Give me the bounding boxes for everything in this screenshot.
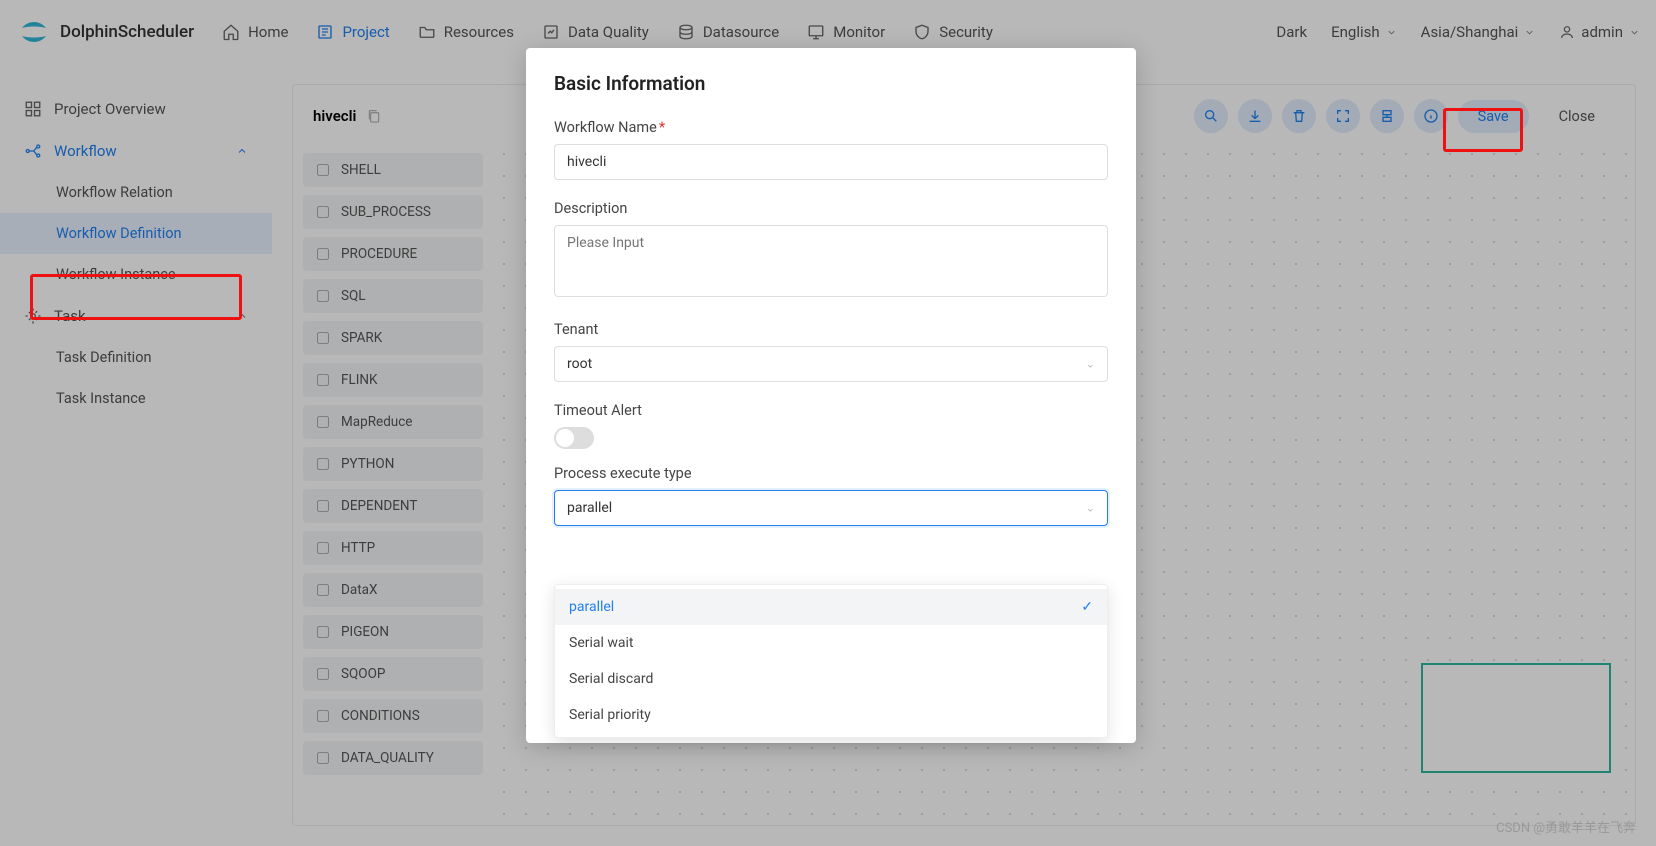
tenant-value: root [567, 356, 592, 372]
description-input[interactable] [554, 225, 1108, 297]
execute-type-option-parallel[interactable]: parallel ✓ [555, 589, 1107, 625]
execute-type-option-serial-wait[interactable]: Serial wait [555, 625, 1107, 661]
option-label: Serial wait [569, 635, 634, 651]
tenant-label: Tenant [554, 321, 1108, 338]
tenant-select[interactable]: root ⌄ [554, 346, 1108, 382]
process-execute-type-select[interactable]: parallel ⌄ [554, 490, 1108, 526]
workflow-name-label: Workflow Name* [554, 119, 1108, 136]
watermark: CSDN @勇敢羊羊在飞奔 [1496, 817, 1636, 836]
workflow-name-input[interactable] [554, 144, 1108, 180]
process-execute-type-dropdown: parallel ✓ Serial wait Serial discard Serial… [554, 584, 1108, 738]
option-label: parallel [569, 599, 614, 615]
execute-type-option-serial-discard[interactable]: Serial discard [555, 661, 1107, 697]
option-label: Serial priority [569, 707, 651, 723]
option-label: Serial discard [569, 671, 653, 687]
check-icon: ✓ [1081, 599, 1093, 615]
process-execute-type-value: parallel [567, 500, 612, 516]
chevron-down-icon: ⌄ [1086, 502, 1095, 515]
modal-title: Basic Information [554, 72, 1108, 95]
timeout-toggle[interactable] [554, 427, 594, 449]
execute-type-option-serial-priority[interactable]: Serial priority [555, 697, 1107, 733]
chevron-down-icon: ⌄ [1086, 358, 1095, 371]
description-label: Description [554, 200, 1108, 217]
process-execute-type-label: Process execute type [554, 465, 1108, 482]
timeout-label: Timeout Alert [554, 402, 1108, 419]
